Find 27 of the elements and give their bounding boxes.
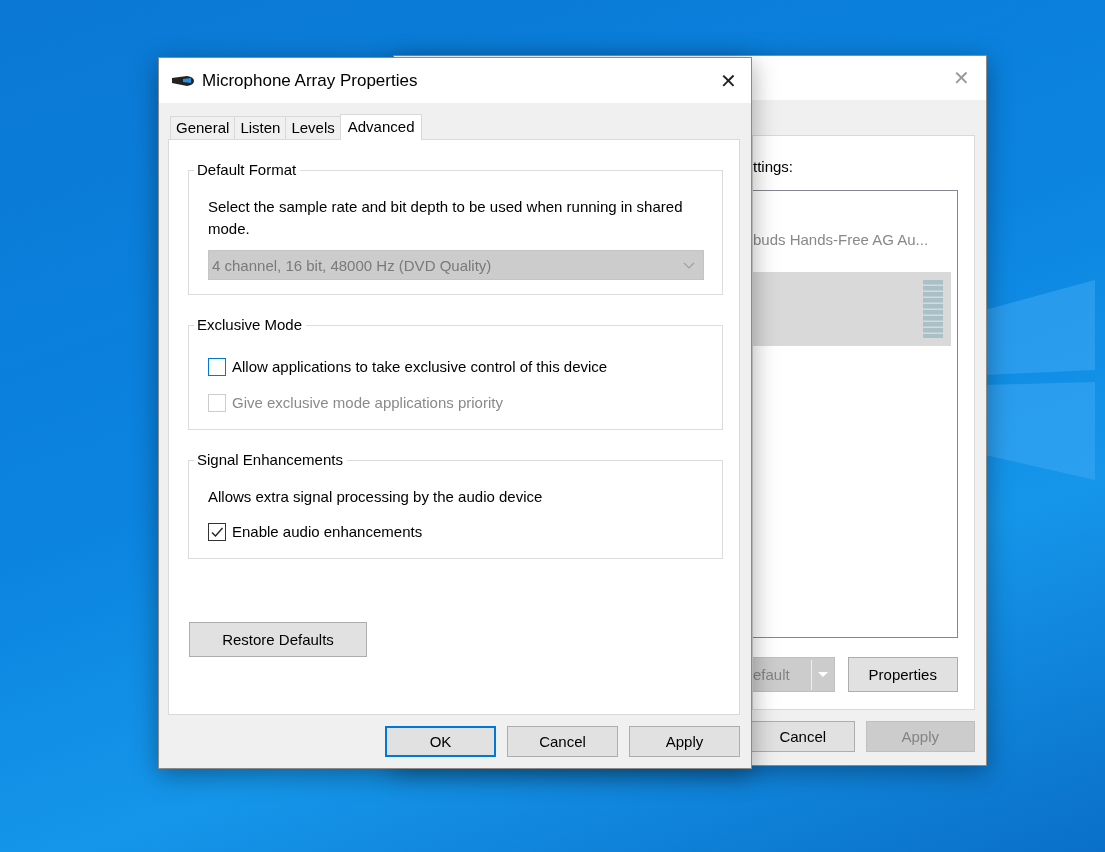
window-title: Microphone Array Properties	[202, 70, 419, 91]
close-icon[interactable]: ✕	[720, 68, 737, 93]
dialog-button[interactable]: Cancel	[507, 726, 618, 757]
caret-icon	[683, 261, 695, 269]
dialog-button[interactable]: Apply	[629, 726, 740, 757]
description-text: Allows extra signal processing by the audio device	[208, 487, 544, 507]
checkbox[interactable]	[208, 522, 226, 541]
caret-icon	[816, 671, 829, 678]
tab[interactable]: General	[170, 116, 236, 139]
description-text: Select the sample rate and bit depth to be used when running in shared mode.	[208, 197, 684, 239]
device-name: buds Hands-Free AG Au...	[753, 231, 929, 248]
level-meter-icon	[923, 280, 943, 338]
checkbox-label: Allow applications to take exclusive control of this device	[232, 358, 608, 375]
group-title: Exclusive Mode	[194, 316, 307, 333]
checkbox-label: Enable audio enhancements	[232, 523, 423, 540]
section-label: ttings:	[753, 158, 795, 175]
group-title: Default Format	[194, 161, 301, 178]
tab[interactable]: Advanced	[339, 114, 423, 140]
dialog-button[interactable]: Cancel	[752, 721, 855, 752]
checkbox[interactable]	[208, 357, 226, 376]
device-row[interactable]: buds Hands-Free AG Au...	[753, 217, 951, 262]
dialog-button[interactable]: OK	[385, 726, 496, 757]
checkbox-label: Give exclusive mode applications priority	[232, 394, 503, 411]
microphone-icon	[171, 73, 195, 88]
restore-defaults-button[interactable]: Restore Defaults	[189, 622, 367, 657]
group-title: Signal Enhancements	[194, 451, 347, 468]
properties-button[interactable]: Properties	[847, 657, 958, 692]
